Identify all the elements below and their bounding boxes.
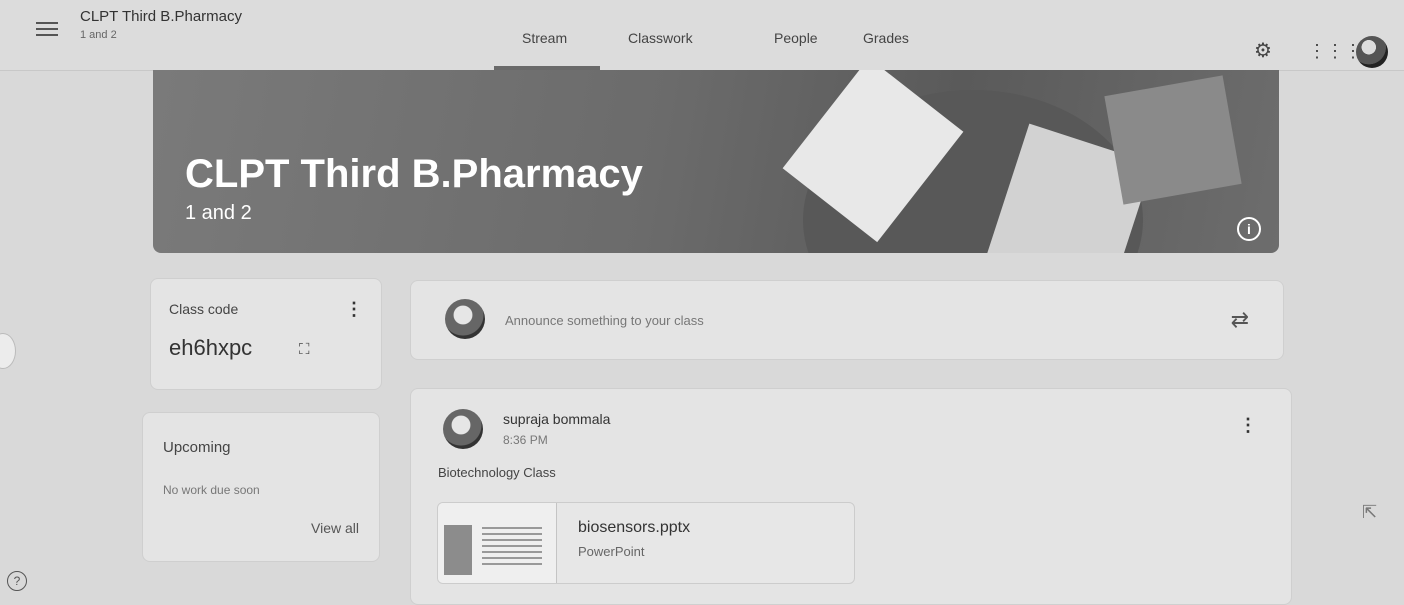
- banner-title[interactable]: CLPT Third B.Pharmacy: [185, 152, 643, 197]
- upcoming-card: Upcoming No work due soon View all: [142, 412, 380, 562]
- attachment-card[interactable]: biosensors.pptx PowerPoint: [437, 502, 855, 584]
- attachment-thumbnail: [438, 503, 557, 583]
- class-section: 1 and 2: [80, 29, 117, 41]
- tab-stream[interactable]: Stream: [522, 30, 567, 46]
- fullscreen-icon[interactable]: ⛶: [299, 341, 310, 358]
- class-title[interactable]: CLPT Third B.Pharmacy: [80, 8, 242, 25]
- tab-people[interactable]: People: [774, 30, 818, 46]
- tab-classwork[interactable]: Classwork: [628, 30, 693, 46]
- post-body: Biotechnology Class: [438, 465, 556, 480]
- class-code-label: Class code: [169, 301, 239, 317]
- top-bar: CLPT Third B.Pharmacy 1 and 2 Stream Cla…: [0, 0, 1404, 71]
- class-code-card: Class code ⋮ eh6hxpc ⛶: [150, 278, 382, 390]
- upcoming-title: Upcoming: [163, 439, 231, 456]
- info-icon[interactable]: i: [1237, 217, 1261, 241]
- side-drawer-handle[interactable]: [0, 333, 16, 369]
- user-avatar: [445, 299, 485, 339]
- view-all-link[interactable]: View all: [311, 520, 359, 536]
- post-time: 8:36 PM: [503, 433, 548, 447]
- stream-post: supraja bommala 8:36 PM ⋮ Biotechnology …: [410, 388, 1292, 605]
- mouse-cursor-icon: ⇱: [1362, 502, 1378, 522]
- apps-grid-icon[interactable]: ⋮⋮⋮: [1308, 41, 1362, 62]
- settings-icon[interactable]: ⚙: [1254, 38, 1272, 63]
- post-author: supraja bommala: [503, 411, 611, 427]
- account-avatar[interactable]: [1356, 36, 1388, 68]
- announce-input[interactable]: Announce something to your class: [505, 313, 704, 328]
- attachment-type: PowerPoint: [578, 544, 645, 559]
- banner-section: 1 and 2: [185, 202, 252, 224]
- upcoming-empty-text: No work due soon: [163, 483, 260, 497]
- author-avatar: [443, 409, 483, 449]
- banner-paper-image: [1104, 75, 1242, 205]
- class-code-value: eh6hxpc: [169, 335, 253, 360]
- thumbnail-image: [444, 525, 472, 575]
- attachment-name[interactable]: biosensors.pptx: [578, 519, 690, 537]
- announce-box[interactable]: Announce something to your class ⇄: [410, 280, 1284, 360]
- help-icon[interactable]: ?: [7, 571, 27, 591]
- class-banner: CLPT Third B.Pharmacy 1 and 2 i: [153, 70, 1279, 253]
- post-options-icon[interactable]: ⋮: [1239, 415, 1257, 436]
- more-options-icon[interactable]: ⋮: [345, 299, 363, 320]
- tab-grades[interactable]: Grades: [863, 30, 909, 46]
- repost-icon[interactable]: ⇄: [1231, 307, 1249, 333]
- thumbnail-text-lines: [482, 527, 542, 567]
- main-menu-icon[interactable]: [36, 22, 58, 36]
